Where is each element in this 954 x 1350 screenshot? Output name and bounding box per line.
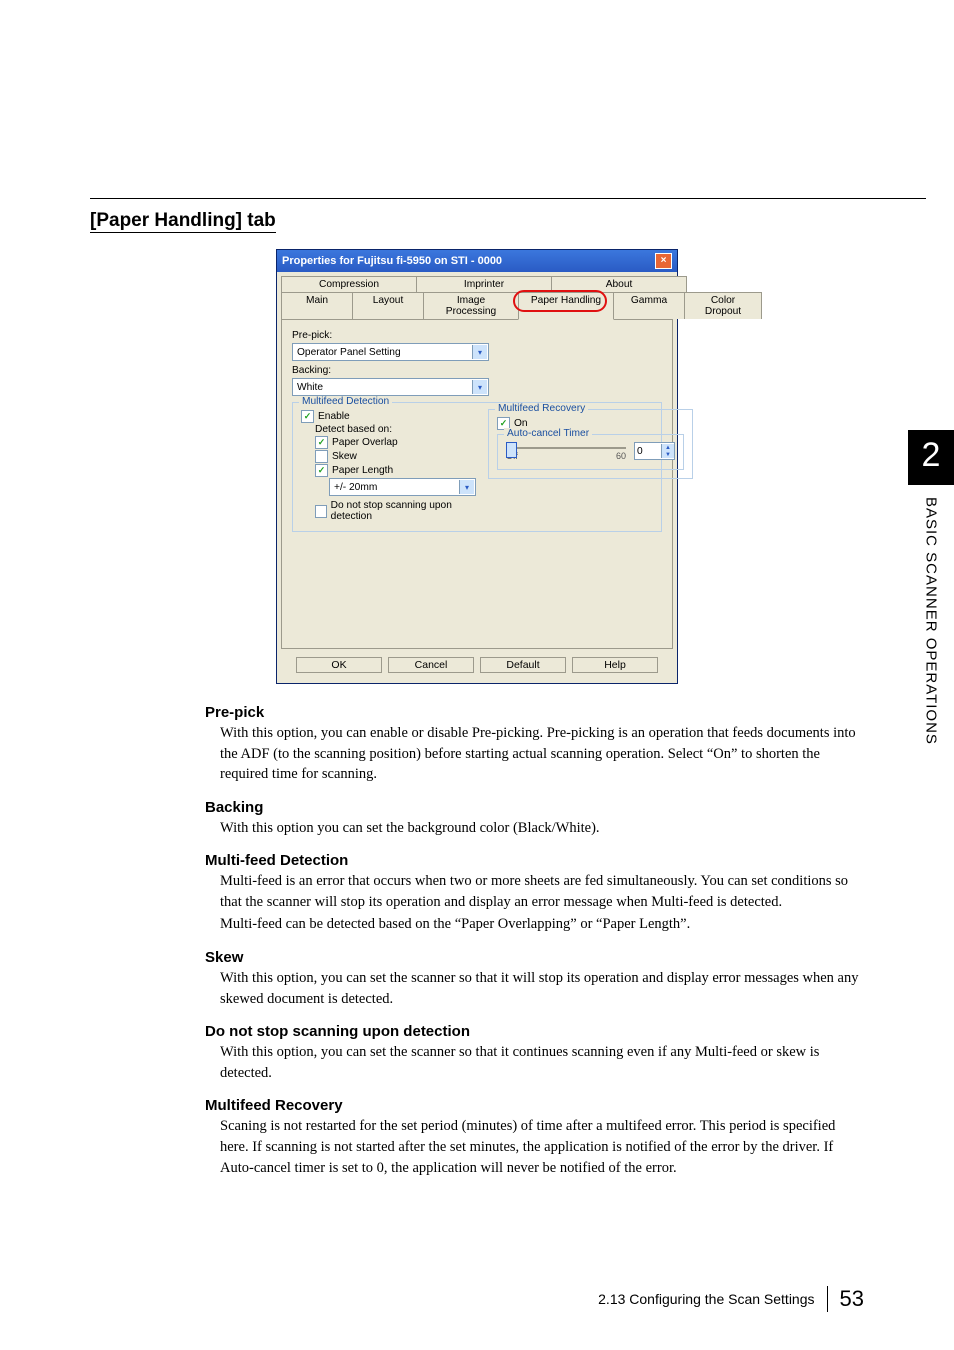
backing-select[interactable]: White ▾ (292, 378, 489, 396)
dialog-titlebar: Properties for Fujitsu fi-5950 on STI - … (277, 250, 677, 272)
desc-donotstop-heading: Do not stop scanning upon detection (205, 1023, 864, 1040)
autocancel-group: Auto-cancel Timer Off (497, 434, 684, 470)
tab-paper-handling-label: Paper Handling (531, 295, 601, 306)
tab-gamma[interactable]: Gamma (613, 292, 685, 319)
cancel-button[interactable]: Cancel (388, 657, 474, 673)
desc-mfrecovery-heading: Multifeed Recovery (205, 1097, 864, 1114)
enable-label: Enable (318, 411, 350, 422)
dialog-title: Properties for Fujitsu fi-5950 on STI - … (282, 255, 502, 267)
multifeed-detection-group: Multifeed Detection ✓ Enable Detect base… (292, 402, 662, 532)
help-button[interactable]: Help (572, 657, 658, 673)
donotstop-checkbox[interactable]: Do not stop scanning upon detection (315, 500, 476, 522)
slider-thumb-icon[interactable] (506, 442, 517, 458)
mr-legend: Multifeed Recovery (495, 403, 588, 414)
ac-legend: Auto-cancel Timer (504, 428, 592, 439)
autocancel-slider[interactable] (506, 447, 626, 449)
chevron-down-icon: ▾ (472, 380, 487, 394)
desc-mfrecovery: Multifeed Recovery Scaning is not restar… (220, 1097, 864, 1178)
tab-compression[interactable]: Compression (281, 276, 417, 292)
paper-overlap-checkbox[interactable]: ✓ Paper Overlap (315, 436, 476, 449)
prepick-label: Pre-pick: (292, 330, 662, 341)
chevron-down-icon: ▾ (472, 345, 487, 359)
prepick-value: Operator Panel Setting (297, 347, 401, 358)
desc-prepick-heading: Pre-pick (205, 704, 864, 721)
desc-skew-text: With this option, you can set the scanne… (220, 968, 864, 1009)
page-footer: 2.13 Configuring the Scan Settings 53 (90, 1286, 864, 1312)
chevron-down-icon: ▾ (459, 480, 474, 494)
desc-prepick: Pre-pick With this option, you can enabl… (220, 704, 864, 785)
ok-button[interactable]: OK (296, 657, 382, 673)
chapter-number: 2 (908, 430, 954, 485)
footer-text: 2.13 Configuring the Scan Settings (598, 1291, 814, 1307)
checkbox-unchecked-icon (315, 505, 327, 518)
autocancel-value[interactable] (635, 446, 661, 457)
autocancel-input[interactable]: ▲ ▼ (634, 442, 675, 460)
close-icon[interactable]: × (655, 253, 672, 269)
properties-dialog: Properties for Fujitsu fi-5950 on STI - … (276, 249, 678, 684)
chapter-label: BASIC SCANNER OPERATIONS (923, 497, 940, 745)
donotstop-label: Do not stop scanning upon detection (331, 500, 476, 522)
detect-based-on-label: Detect based on: (315, 424, 476, 435)
tab-imprinter[interactable]: Imprinter (416, 276, 552, 292)
desc-prepick-text: With this option, you can enable or disa… (220, 723, 864, 785)
desc-skew: Skew With this option, you can set the s… (220, 949, 864, 1009)
tab-image-processing[interactable]: Image Processing (423, 292, 519, 319)
multifeed-legend: Multifeed Detection (299, 396, 392, 407)
checkbox-checked-icon: ✓ (315, 464, 328, 477)
desc-multifeed: Multi-feed Detection Multi-feed is an er… (220, 852, 864, 935)
default-button[interactable]: Default (480, 657, 566, 673)
page-number: 53 (840, 1286, 864, 1312)
side-tab: 2 BASIC SCANNER OPERATIONS (908, 430, 954, 745)
footer-divider (827, 1286, 828, 1312)
tab-color-dropout[interactable]: Color Dropout (684, 292, 762, 319)
paper-length-select[interactable]: +/- 20mm ▾ (329, 478, 476, 496)
desc-multifeed-text2: Multi-feed can be detected based on the … (220, 914, 864, 935)
tab-layout[interactable]: Layout (352, 292, 424, 319)
backing-value: White (297, 382, 323, 393)
desc-donotstop: Do not stop scanning upon detection With… (220, 1023, 864, 1083)
skew-checkbox[interactable]: Skew (315, 450, 476, 463)
checkbox-checked-icon: ✓ (301, 410, 314, 423)
spin-down-icon[interactable]: ▼ (662, 451, 674, 458)
checkbox-unchecked-icon (315, 450, 328, 463)
tab-paper-handling[interactable]: Paper Handling (518, 292, 614, 320)
desc-multifeed-heading: Multi-feed Detection (205, 852, 864, 869)
enable-checkbox-row[interactable]: ✓ Enable (301, 410, 476, 423)
prepick-select[interactable]: Operator Panel Setting ▾ (292, 343, 489, 361)
desc-backing: Backing With this option you can set the… (220, 799, 864, 839)
section-title: [Paper Handling] tab (90, 210, 276, 233)
paper-overlap-label: Paper Overlap (332, 437, 398, 448)
paper-length-value: +/- 20mm (334, 482, 377, 493)
paper-length-label: Paper Length (332, 465, 393, 476)
tab-about[interactable]: About (551, 276, 687, 292)
desc-multifeed-text1: Multi-feed is an error that occurs when … (220, 871, 864, 912)
skew-label: Skew (332, 451, 357, 462)
tab-main[interactable]: Main (281, 292, 353, 319)
desc-mfrecovery-text: Scaning is not restarted for the set per… (220, 1116, 864, 1178)
paper-length-checkbox[interactable]: ✓ Paper Length (315, 464, 476, 477)
desc-donotstop-text: With this option, you can set the scanne… (220, 1042, 864, 1083)
ac-max-label: 60 (616, 451, 626, 461)
checkbox-checked-icon: ✓ (315, 436, 328, 449)
desc-backing-heading: Backing (205, 799, 864, 816)
desc-backing-text: With this option you can set the backgro… (220, 818, 864, 839)
backing-label: Backing: (292, 365, 662, 376)
multifeed-recovery-group: Multifeed Recovery ✓ On Auto-cancel Time… (488, 409, 693, 479)
spin-up-icon[interactable]: ▲ (662, 444, 674, 451)
desc-skew-heading: Skew (205, 949, 864, 966)
